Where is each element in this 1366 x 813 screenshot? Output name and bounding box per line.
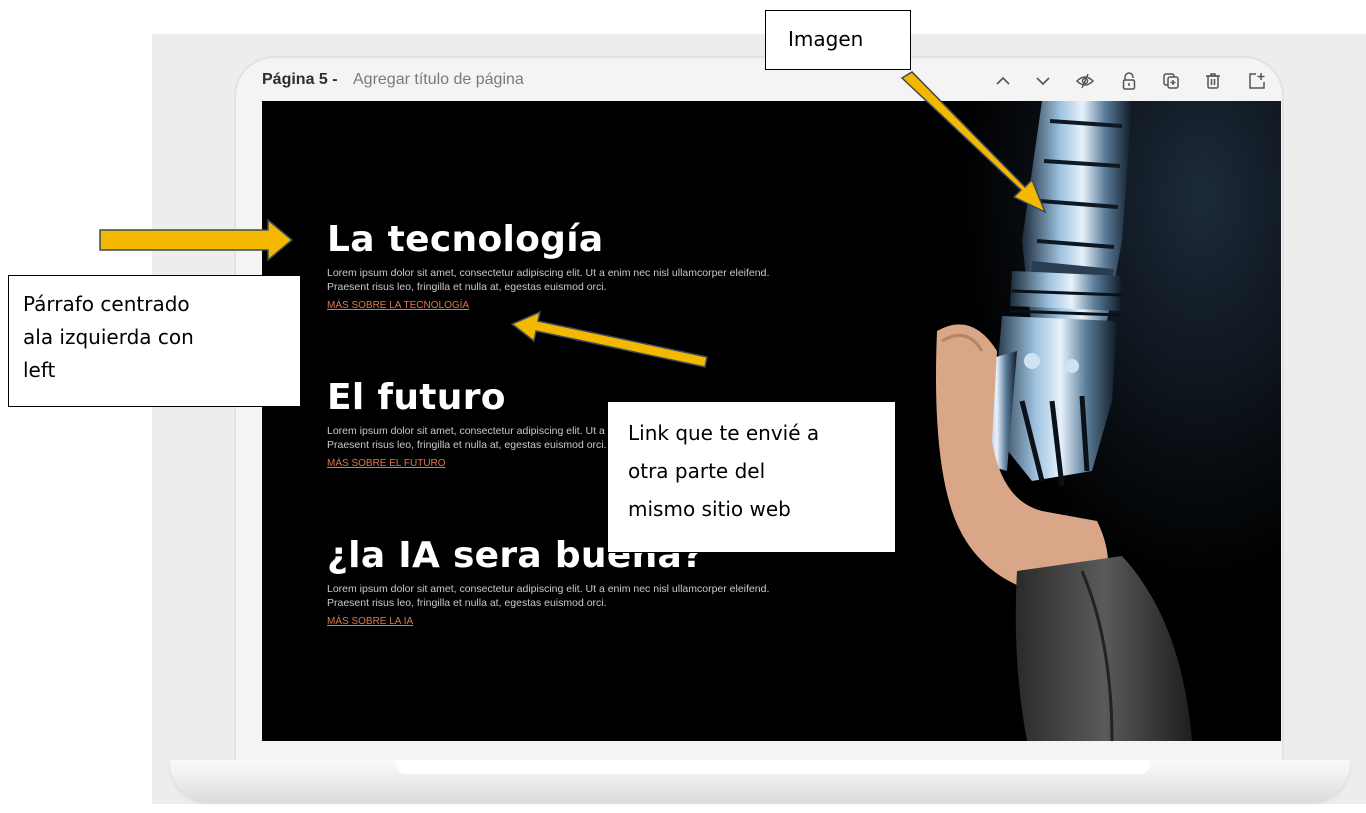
callout-link: Link que te envié a otra parte del mismo… [607,401,896,553]
callout-parrafo: Párrafo centrado ala izquierda con left [8,275,301,407]
callout-parrafo-text: Párrafo centrado ala izquierda con left [23,292,194,382]
link-tecnologia[interactable]: MÁS SOBRE LA TECNOLOGÍA [327,300,469,311]
laptop-notch [396,760,1150,774]
add-page-icon[interactable] [1246,70,1268,92]
duplicate-icon[interactable] [1160,70,1182,92]
chevron-up-icon[interactable] [992,70,1014,92]
lock-icon[interactable] [1118,70,1140,92]
page-number: Página 5 - [262,71,338,88]
callout-imagen: Imagen [765,10,911,70]
section-paragraph: Lorem ipsum dolor sit amet, consectetur … [327,267,770,293]
link-futuro[interactable]: MÁS SOBRE EL FUTURO [327,458,446,469]
callout-link-text: Link que te envié a otra parte del mismo… [628,421,820,521]
trash-icon[interactable] [1202,70,1224,92]
chevron-down-icon[interactable] [1032,70,1054,92]
page-title-input[interactable]: Agregar título de página [353,71,524,89]
page-header: Página 5 - Agregar título de página [262,66,1282,96]
section-paragraph: Lorem ipsum dolor sit amet, consectetur … [327,583,770,609]
callout-imagen-text: Imagen [788,27,864,51]
section-tecnologia: La tecnología Lorem ipsum dolor sit amet… [327,219,887,313]
section-heading: La tecnología [327,219,604,260]
link-ia[interactable]: MÁS SOBRE LA IA [327,616,413,627]
robot-hand-image[interactable] [882,101,1281,741]
page-toolbar [992,66,1282,96]
hide-icon[interactable] [1074,70,1096,92]
